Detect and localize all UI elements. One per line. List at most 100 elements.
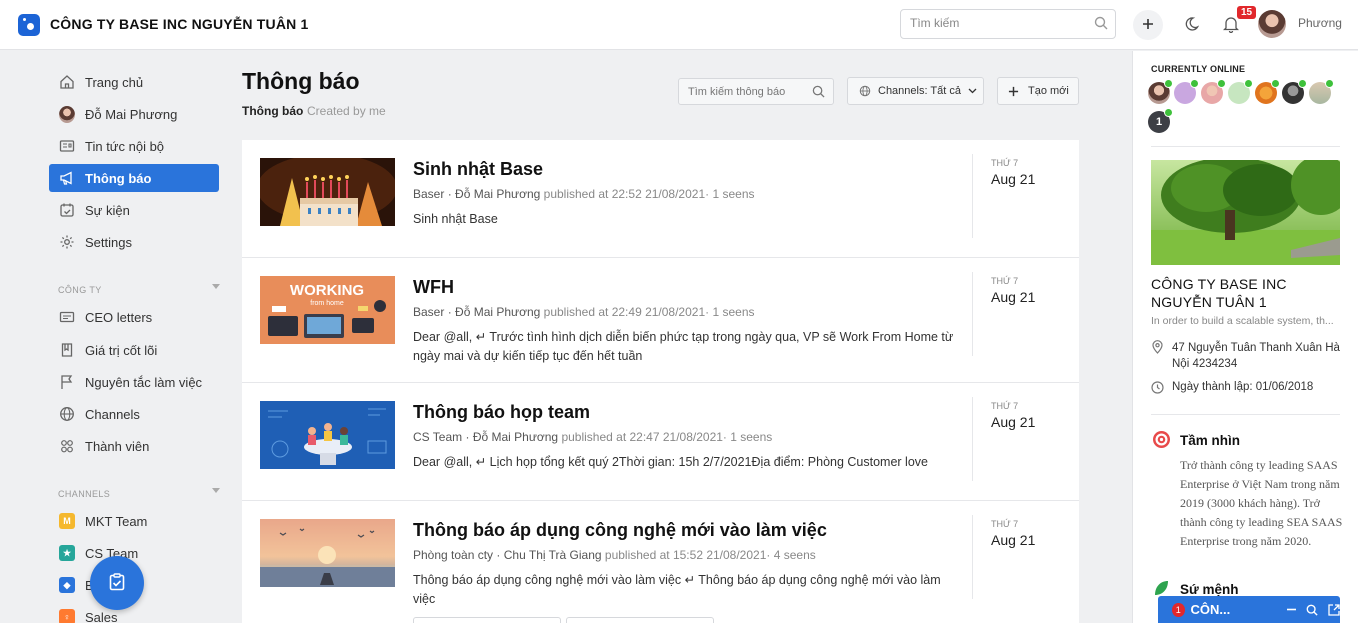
- vision-title: Tầm nhìn: [1180, 433, 1240, 448]
- author-name[interactable]: Đỗ Mai Phương: [473, 430, 558, 444]
- create-new-button[interactable]: Tạo mới: [997, 77, 1079, 105]
- author-name[interactable]: Đỗ Mai Phương: [455, 187, 540, 201]
- birthday-cake-thumbnail[interactable]: [260, 158, 395, 226]
- team-meeting-thumbnail[interactable]: [260, 401, 395, 469]
- company-section-header[interactable]: CÔNG TY: [58, 284, 220, 295]
- notification-search[interactable]: [678, 78, 834, 105]
- chat-minimized-bar[interactable]: 1 CÔN...: [1158, 596, 1340, 623]
- sidebar-item-label: Sự kiện: [85, 202, 130, 218]
- globe-icon: [59, 406, 75, 422]
- location-pin-icon: [1151, 340, 1164, 357]
- dark-mode-toggle[interactable]: [1176, 10, 1206, 40]
- sidebar-item-announcements[interactable]: Thông báo: [49, 164, 219, 192]
- globe-icon: [859, 85, 871, 97]
- sidebar-item-profile[interactable]: Đỗ Mai Phương: [49, 100, 219, 128]
- divider: [1151, 146, 1340, 147]
- sidebar-item-events[interactable]: Sự kiện: [49, 196, 219, 224]
- announcement-title[interactable]: Sinh nhật Base: [413, 159, 543, 180]
- channel-name[interactable]: Phòng toàn cty: [413, 548, 493, 562]
- announcement-meta: CS Team · Đỗ Mai Phương published at 22:…: [413, 430, 773, 444]
- search-icon[interactable]: [1094, 16, 1108, 33]
- date: Aug 21: [991, 414, 1036, 430]
- sidebar: Trang chủ Đỗ Mai Phương Tin tức nội bộ T…: [0, 51, 232, 623]
- sidebar-item-home[interactable]: Trang chủ: [49, 68, 219, 96]
- company-address: 47 Nguyễn Tuân Thanh Xuân Hà Nội 4234234: [1172, 342, 1340, 370]
- task-fab-button[interactable]: [90, 556, 144, 610]
- thumb-from-home-text: from home: [310, 300, 344, 307]
- channels-section-header[interactable]: CHANNELS: [58, 488, 220, 499]
- announcement-item[interactable]: WORKING from home WFH Baser · Đỗ Mai Phư…: [242, 258, 1079, 383]
- seen-count: · 1 seens: [705, 305, 755, 319]
- sidebar-item-news[interactable]: Tin tức nội bộ: [49, 132, 219, 160]
- channel-item-sales[interactable]: ♀ Sales: [49, 603, 219, 623]
- caret-down-icon[interactable]: [212, 488, 220, 493]
- channel-item-mkt-team[interactable]: M MKT Team: [49, 507, 219, 535]
- company-cover-image: [1151, 160, 1340, 265]
- working-from-home-thumbnail[interactable]: WORKING from home: [260, 276, 395, 344]
- tab-notifications[interactable]: Thông báo: [242, 104, 303, 118]
- user-avatar[interactable]: [1258, 10, 1286, 38]
- search-icon[interactable]: [812, 85, 825, 101]
- sidebar-item-settings[interactable]: Settings: [49, 228, 219, 256]
- announcement-title[interactable]: Thông báo họp team: [413, 402, 590, 423]
- bell-icon: [1222, 16, 1240, 36]
- moon-icon: [1183, 16, 1200, 35]
- search-icon[interactable]: [1306, 604, 1318, 616]
- sidebar-item-label: Thành viên: [85, 438, 150, 454]
- minimize-icon[interactable]: [1286, 604, 1297, 615]
- sidebar-item-label: Đỗ Mai Phương: [85, 106, 178, 122]
- sidebar-item-label: CEO letters: [85, 309, 153, 325]
- weekday: THỨ 7: [991, 519, 1019, 529]
- global-search-input[interactable]: [910, 10, 1090, 36]
- announcement-title[interactable]: Thông báo áp dụng công nghệ mới vào làm …: [413, 520, 827, 541]
- base-logo-icon[interactable]: [18, 14, 40, 36]
- chevron-down-icon: [968, 88, 977, 94]
- tab-created-by-me[interactable]: Created by me: [307, 104, 386, 118]
- sidebar-item-members[interactable]: Thành viên: [49, 432, 219, 460]
- online-status-icon: [1217, 79, 1226, 88]
- news-icon: [59, 138, 75, 154]
- mail-icon: [59, 309, 75, 325]
- global-search[interactable]: [900, 9, 1116, 39]
- mission-title: Sứ mệnh: [1180, 582, 1239, 597]
- founded-date: Ngày thành lập: 01/06/2018: [1172, 381, 1314, 393]
- sidebar-item-channels[interactable]: Channels: [49, 400, 219, 428]
- announcement-item[interactable]: Thông báo họp team CS Team · Đỗ Mai Phươ…: [242, 383, 1079, 501]
- sidebar-item-work-principles[interactable]: Nguyên tắc làm việc: [49, 368, 219, 396]
- plus-icon: [1008, 86, 1019, 97]
- author-name[interactable]: Đỗ Mai Phương: [455, 305, 540, 319]
- channel-name[interactable]: CS Team: [413, 430, 462, 444]
- announcement-meta: Baser · Đỗ Mai Phương published at 22:52…: [413, 187, 755, 201]
- user-name[interactable]: Phương: [1298, 16, 1342, 30]
- author-name[interactable]: Chu Thị Trà Giang: [504, 548, 602, 562]
- published-time: published at 15:52 21/08/2021: [604, 548, 767, 562]
- online-status-icon: [1298, 79, 1307, 88]
- company-name[interactable]: CÔNG TY BASE INC NGUYỄN TUÂN 1: [50, 16, 309, 32]
- attachment-chip[interactable]: [413, 617, 561, 623]
- expand-icon[interactable]: [1328, 603, 1340, 616]
- channel-name[interactable]: Baser: [413, 187, 444, 201]
- create-new-label: Tạo mới: [1028, 85, 1069, 97]
- published-time: published at 22:47 21/08/2021: [561, 430, 723, 444]
- channel-label: Sales: [85, 609, 118, 623]
- seen-count: · 4 seens: [766, 548, 816, 562]
- sunset-thumbnail[interactable]: [260, 519, 395, 587]
- date: Aug 21: [991, 532, 1036, 548]
- announcement-item[interactable]: Sinh nhật Base Baser · Đỗ Mai Phương pub…: [242, 140, 1079, 258]
- sidebar-item-ceo-letters[interactable]: CEO letters: [49, 303, 219, 331]
- announcement-title[interactable]: WFH: [413, 277, 454, 298]
- caret-down-icon[interactable]: [212, 284, 220, 289]
- online-status-icon: [1271, 79, 1280, 88]
- sidebar-item-label: Channels: [85, 406, 140, 422]
- online-status-icon: [1244, 79, 1253, 88]
- notification-search-input[interactable]: [688, 79, 808, 104]
- add-button[interactable]: [1133, 10, 1163, 40]
- sidebar-item-core-values[interactable]: Giá trị cốt lõi: [49, 336, 219, 364]
- channel-name[interactable]: Baser: [413, 305, 444, 319]
- announcement-date: THỨ 7 Aug 21: [972, 515, 1035, 599]
- attachment-chip[interactable]: [566, 617, 714, 623]
- section-label: CÔNG TY: [58, 285, 102, 295]
- channels-filter-button[interactable]: Channels: Tất cả: [847, 77, 984, 105]
- channel-badge-icon: M: [59, 513, 75, 529]
- announcement-item[interactable]: Thông báo áp dụng công nghệ mới vào làm …: [242, 501, 1079, 623]
